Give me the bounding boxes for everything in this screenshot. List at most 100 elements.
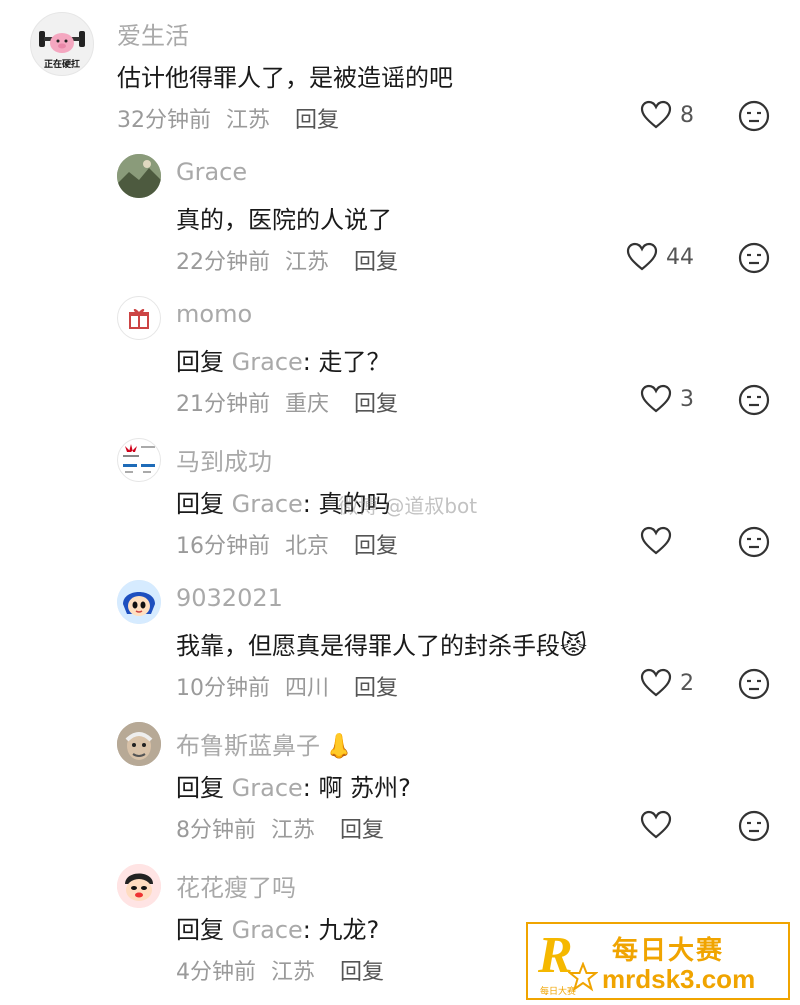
like-count: 8: [680, 102, 694, 128]
nose-emoji-icon: 👃: [324, 732, 354, 760]
comment-meta: 21分钟前 重庆 回复: [176, 386, 398, 418]
location: 重庆: [285, 392, 330, 417]
heart-icon: [640, 526, 672, 555]
avatar[interactable]: [117, 438, 161, 482]
username[interactable]: 爱生活: [117, 16, 189, 51]
mention-link[interactable]: Grace: [232, 774, 303, 802]
reply-prefix: 回复: [176, 916, 224, 944]
reply-button[interactable]: 回复: [354, 250, 398, 275]
timestamp: 8分钟前: [176, 818, 256, 843]
comment-text: 回复 Grace: 走了？: [176, 342, 391, 377]
weibo-watermark: 微博 @道叔bot: [338, 494, 478, 518]
reply-item: 布鲁斯蓝鼻子 👃 回复 Grace: 啊 苏州? 8分钟前 江苏 回复: [0, 710, 800, 852]
comment-meta: 16分钟前 北京 回复: [176, 528, 398, 560]
reply-button[interactable]: 回复: [354, 392, 398, 417]
comment-item: 正在硬扛 爱生活 估计他得罪人了，是被造谣的吧 32分钟前 江苏 回复 8: [0, 0, 800, 140]
cartoon-boy-icon: [117, 864, 161, 908]
comment-text: 回复 Grace: 啊 苏州?: [176, 768, 411, 803]
comment-meta: 32分钟前 江苏 回复: [117, 102, 339, 134]
like-button[interactable]: 3: [640, 384, 694, 414]
username[interactable]: Grace: [176, 158, 247, 186]
comment-text: 真的，医院的人说了: [176, 206, 392, 234]
location: 江苏: [271, 960, 316, 985]
avatar-label: 正在硬扛: [43, 60, 80, 70]
username[interactable]: 布鲁斯蓝鼻子 👃: [176, 726, 354, 761]
dislike-face-icon[interactable]: [738, 242, 770, 274]
heart-icon: [640, 810, 672, 839]
location: 江苏: [285, 250, 330, 275]
like-count: 2: [680, 670, 694, 696]
heart-icon: [640, 100, 672, 129]
mention-link[interactable]: Grace: [232, 490, 303, 518]
cat-emoji-icon: 😾: [560, 631, 588, 661]
reply-button[interactable]: 回复: [354, 534, 398, 559]
comment-text: 估计他得罪人了，是被造谣的吧: [117, 64, 453, 92]
like-count: 44: [666, 244, 694, 270]
reply-text: : 走了？: [302, 348, 391, 376]
username[interactable]: momo: [176, 300, 252, 328]
username-text: 布鲁斯蓝鼻子: [176, 732, 320, 760]
promo-url: mrdsk3.com: [602, 964, 756, 994]
comment-meta: 10分钟前 四川 回复: [176, 670, 398, 702]
location: 江苏: [226, 108, 271, 133]
comment-meta: 22分钟前 江苏 回复: [176, 244, 398, 276]
avatar[interactable]: [117, 296, 161, 340]
username[interactable]: 马到成功: [176, 442, 272, 477]
timestamp: 32分钟前: [117, 108, 211, 133]
timestamp: 22分钟前: [176, 250, 270, 275]
timestamp: 16分钟前: [176, 534, 270, 559]
heart-icon: [640, 384, 672, 413]
comment-text: 我靠，但愿真是得罪人了的封杀手段😾: [176, 626, 587, 661]
promo-title: 每日大赛: [612, 936, 725, 966]
reply-button[interactable]: 回复: [340, 818, 384, 843]
reply-prefix: 回复: [176, 490, 224, 518]
like-button[interactable]: 2: [640, 668, 694, 698]
cartoon-girl-icon: [117, 580, 161, 624]
dislike-face-icon[interactable]: [738, 526, 770, 558]
reply-button[interactable]: 回复: [295, 108, 339, 133]
like-button[interactable]: [640, 810, 680, 840]
avatar[interactable]: [117, 722, 161, 766]
avatar[interactable]: [117, 154, 161, 198]
username[interactable]: 花花瘦了吗: [176, 868, 296, 903]
reply-button[interactable]: 回复: [354, 676, 398, 701]
comment-meta: 8分钟前 江苏 回复: [176, 812, 384, 844]
comment-text: 回复 Grace: 九龙?: [176, 910, 379, 945]
dislike-face-icon[interactable]: [738, 810, 770, 842]
heart-icon: [626, 242, 658, 271]
huawei-logo-icon: [123, 444, 155, 473]
reply-text: : 啊 苏州?: [302, 774, 411, 802]
mention-link[interactable]: Grace: [232, 348, 303, 376]
timestamp: 21分钟前: [176, 392, 270, 417]
like-button[interactable]: [640, 526, 680, 556]
location: 北京: [285, 534, 330, 559]
reply-button[interactable]: 回复: [340, 960, 384, 985]
dislike-face-icon[interactable]: [738, 668, 770, 700]
reply-text: : 九龙?: [302, 916, 380, 944]
avatar[interactable]: [117, 864, 161, 908]
location: 四川: [285, 676, 330, 701]
avatar[interactable]: 正在硬扛: [30, 12, 94, 76]
reply-prefix: 回复: [176, 774, 224, 802]
dislike-face-icon[interactable]: [738, 100, 770, 132]
reply-prefix: 回复: [176, 348, 224, 376]
comment-body: 我靠，但愿真是得罪人了的封杀手段: [176, 632, 560, 660]
comment-meta: 4分钟前 江苏 回复: [176, 954, 384, 986]
landscape-photo-icon: [117, 154, 161, 198]
heart-icon: [640, 668, 672, 697]
like-button[interactable]: 44: [626, 242, 694, 272]
mention-link[interactable]: Grace: [232, 916, 303, 944]
gift-box-icon: [129, 308, 149, 329]
promo-logo-subtitle: 每日大赛: [540, 987, 577, 997]
like-button[interactable]: 8: [640, 100, 694, 130]
promo-badge[interactable]: R 每日大赛 每日大赛 mrdsk3.com: [526, 922, 790, 1000]
username[interactable]: 9032021: [176, 584, 283, 612]
dislike-face-icon[interactable]: [738, 384, 770, 416]
timestamp: 4分钟前: [176, 960, 256, 985]
avatar[interactable]: [117, 580, 161, 624]
reply-item: 9032021 我靠，但愿真是得罪人了的封杀手段😾 10分钟前 四川 回复 2: [0, 568, 800, 710]
reply-item: momo 回复 Grace: 走了？ 21分钟前 重庆 回复 3: [0, 284, 800, 426]
reply-item: Grace 真的，医院的人说了 22分钟前 江苏 回复 44: [0, 142, 800, 284]
timestamp: 10分钟前: [176, 676, 270, 701]
like-count: 3: [680, 386, 694, 412]
